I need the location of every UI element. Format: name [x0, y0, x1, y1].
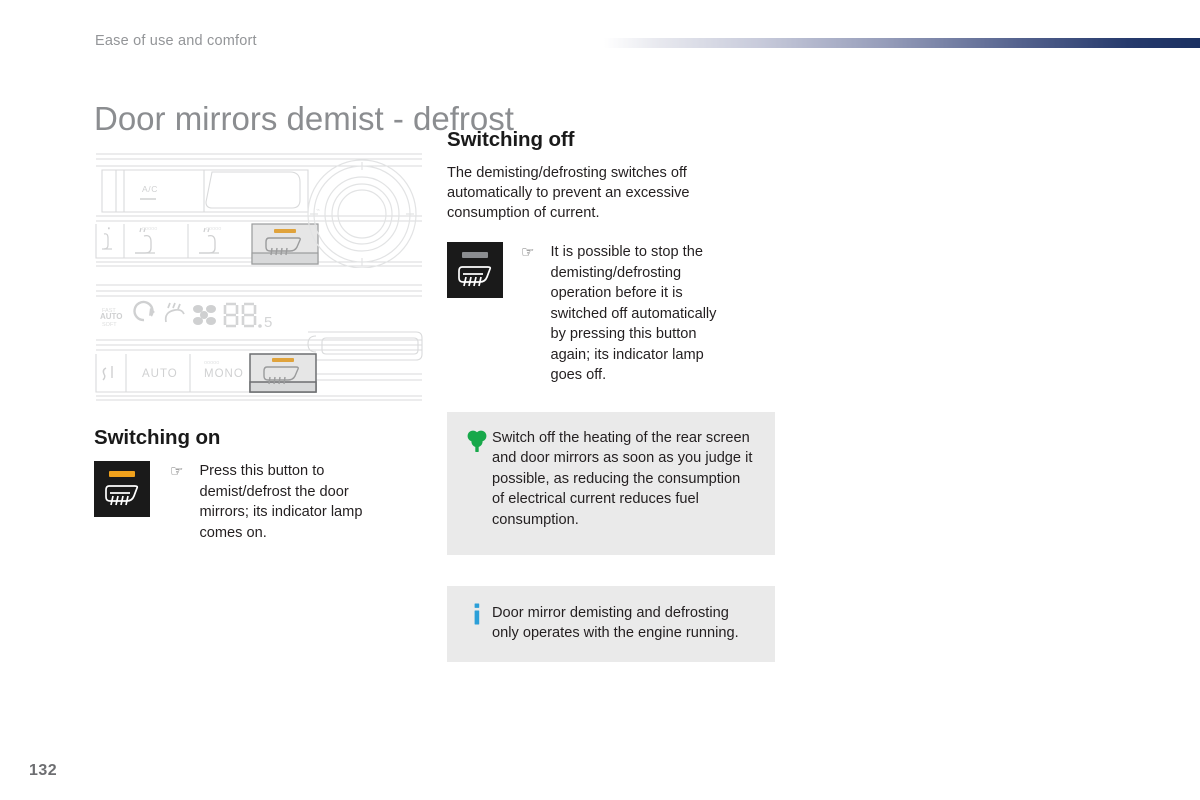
- indicator-lamp-on: [109, 470, 135, 477]
- svg-text:SOFT: SOFT: [102, 322, 117, 328]
- eco-callout: Switch off the heating of the rear scree…: [447, 411, 775, 555]
- svg-text:ooooo: ooooo: [206, 226, 221, 232]
- switching-off-intro: The demisting/defrosting switches off au…: [447, 165, 690, 221]
- left-column: A/C · ooooo ooooo ⌁ FAST AUTO SOFT 5 AUT…: [94, 150, 424, 543]
- switching-off-text: It is possible to stop the demisting/def…: [550, 244, 717, 383]
- heading-switching-on: Switching on: [94, 426, 221, 449]
- info-callout-text: Door mirror demisting and defrosting onl…: [492, 604, 739, 642]
- heading-switching-off: Switching off: [447, 128, 575, 151]
- illustration-climate-panel-automatic: FAST AUTO SOFT 5 AUTO MONO ooooo: [94, 282, 424, 402]
- svg-text:·: ·: [108, 226, 110, 232]
- switching-off-instruction: ☞ It is possible to stop the demisting/d…: [447, 242, 777, 386]
- display-mode-text: FAST AUTO SOFT: [100, 308, 123, 328]
- tree-icon: [462, 428, 492, 453]
- svg-text:MONO: MONO: [204, 368, 244, 380]
- pointing-hand-icon: ☞: [170, 463, 184, 480]
- illustration-climate-panel-manual: A/C · ooooo ooooo ⌁: [94, 150, 424, 268]
- highlight-box-demist-button: [251, 223, 319, 265]
- info-callout: Door mirror demisting and defrosting onl…: [447, 585, 775, 662]
- switching-on-instruction: ☞ Press this button to demist/defrost th…: [94, 461, 424, 543]
- pointing-hand-icon: ☞: [521, 244, 535, 261]
- svg-text:AUTO: AUTO: [100, 312, 123, 321]
- header-gradient-rule: [604, 38, 1200, 48]
- svg-text:ooooo: ooooo: [142, 226, 157, 232]
- info-icon: [462, 603, 492, 627]
- door-mirror-demist-button-unlit-icon: [447, 242, 503, 298]
- svg-text:⌁: ⌁: [316, 207, 320, 214]
- svg-text:ooooo: ooooo: [204, 360, 219, 366]
- svg-text:5: 5: [264, 314, 272, 331]
- svg-text:A/C: A/C: [142, 184, 158, 194]
- mirror-demist-symbol: [105, 484, 139, 505]
- mirror-demist-symbol: [458, 265, 492, 286]
- page-number: 132: [29, 762, 58, 779]
- temperature-display: 5: [223, 302, 272, 331]
- door-mirror-demist-button-lit-icon: [94, 461, 150, 517]
- breadcrumb: Ease of use and comfort: [95, 33, 257, 49]
- switching-on-text: Press this button to demist/defrost the …: [199, 463, 363, 541]
- svg-text:AUTO: AUTO: [142, 368, 178, 380]
- eco-callout-text: Switch off the heating of the rear scree…: [492, 429, 753, 528]
- indicator-lamp-off: [462, 251, 488, 258]
- right-column: Switching off The demisting/defrosting s…: [447, 128, 777, 662]
- highlight-box-demist-button: [249, 353, 317, 393]
